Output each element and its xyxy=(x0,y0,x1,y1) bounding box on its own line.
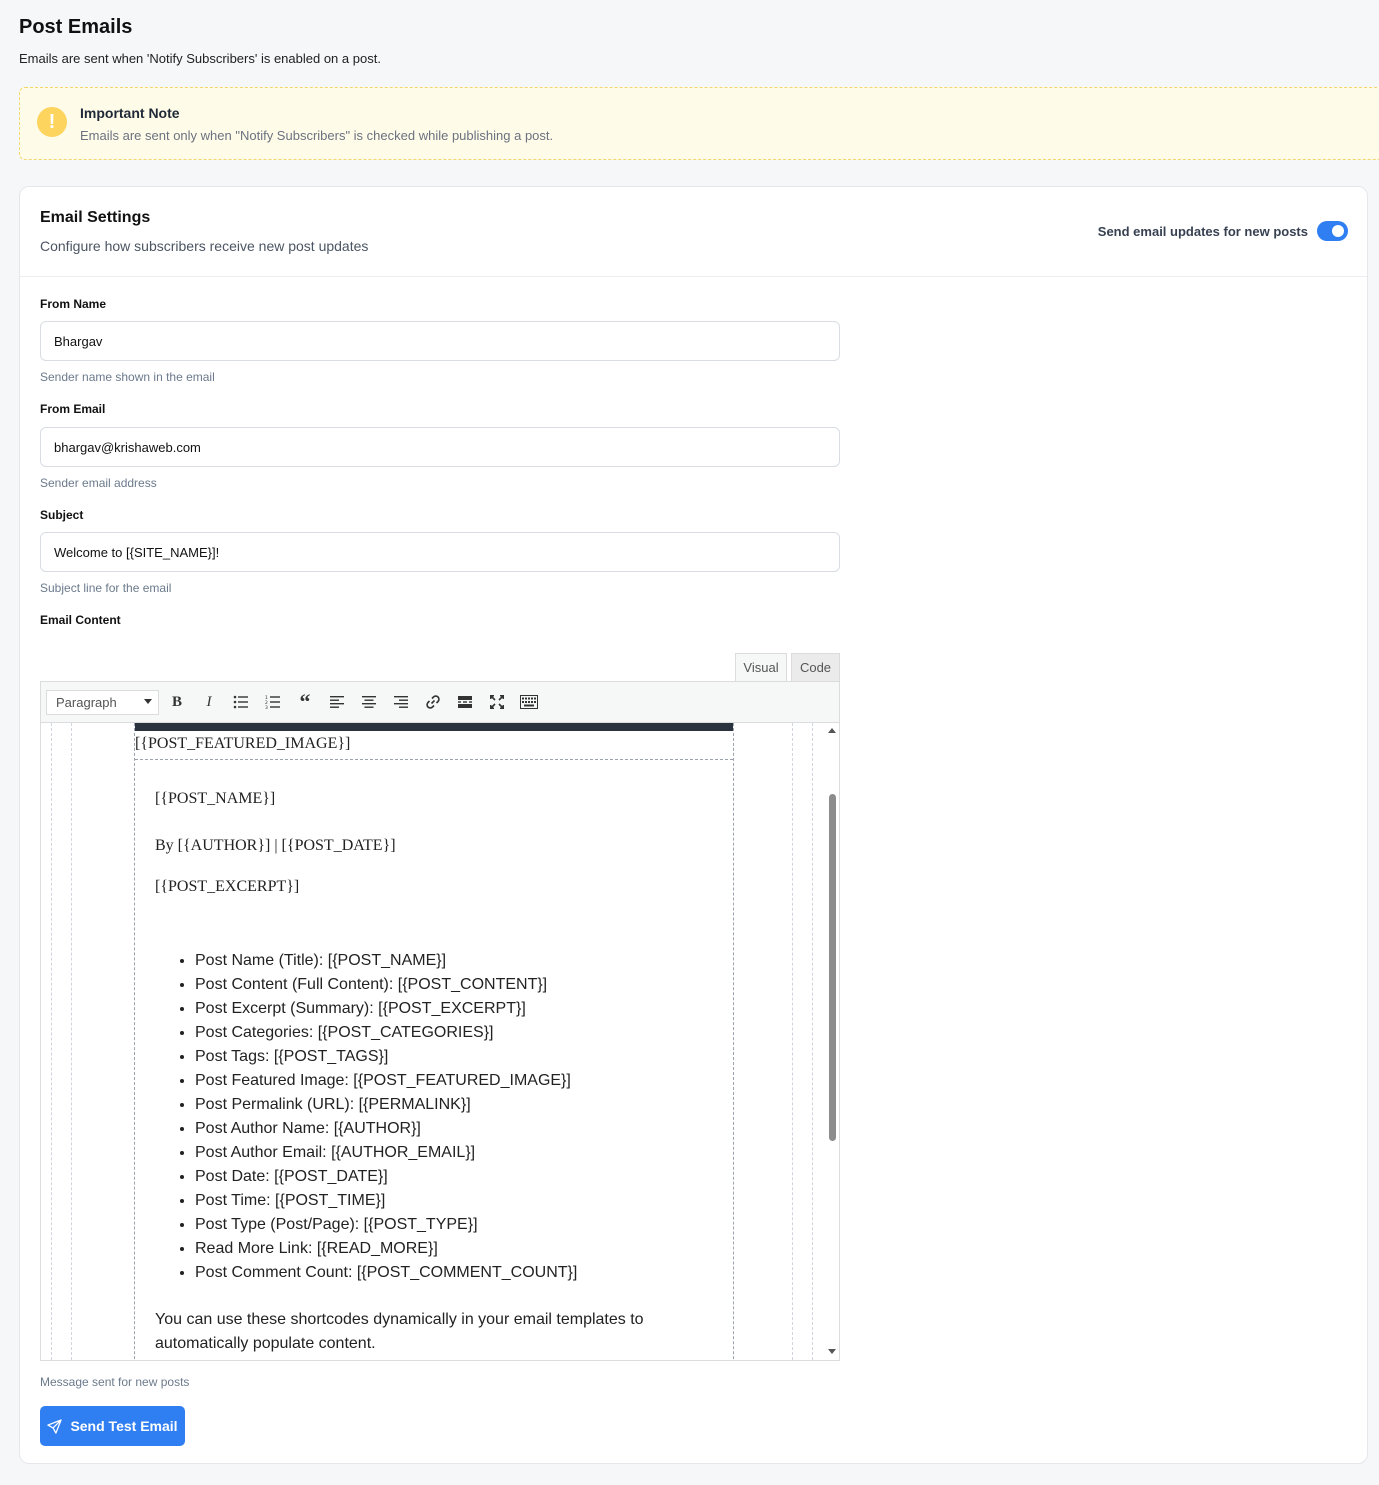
exclamation-icon: ! xyxy=(37,107,67,137)
align-left-icon[interactable] xyxy=(326,691,348,713)
send-updates-toggle[interactable] xyxy=(1317,221,1348,241)
featured-image-shortcode: [{POST_FEATURED_IMAGE}] xyxy=(135,735,733,760)
read-more-icon[interactable] xyxy=(454,691,476,713)
from-name-label: From Name xyxy=(40,297,107,311)
list-item: Post Type (Post/Page): [{POST_TYPE}] xyxy=(195,1213,577,1237)
editor-content-area[interactable]: [{POST_FEATURED_IMAGE}] [{POST_NAME}] By… xyxy=(41,723,827,1360)
shortcode-footer-text: You can use these shortcodes dynamically… xyxy=(155,1311,644,1352)
from-name-help: Sender name shown in the email xyxy=(40,370,215,384)
card-subtitle: Configure how subscribers receive new po… xyxy=(40,238,369,254)
subject-help: Subject line for the email xyxy=(40,581,172,595)
fullscreen-icon[interactable] xyxy=(486,691,508,713)
page-subtitle: Emails are sent when 'Notify Subscribers… xyxy=(19,51,381,66)
from-email-label: From Email xyxy=(40,402,106,416)
send-test-email-label: Send Test Email xyxy=(70,1418,178,1434)
subject-label: Subject xyxy=(40,508,84,522)
align-right-icon[interactable] xyxy=(390,691,412,713)
list-item: Post Categories: [{POST_CATEGORIES}] xyxy=(195,1021,577,1045)
note-title: Important Note xyxy=(80,105,180,121)
keyboard-icon[interactable] xyxy=(518,691,540,713)
email-template-box: [{POST_FEATURED_IMAGE}] [{POST_NAME}] By… xyxy=(134,723,734,1360)
shortcode-list: Post Name (Title): [{POST_NAME}] Post Co… xyxy=(175,949,577,1285)
editor-toolbar: Paragraph B I 123 “ xyxy=(41,682,839,723)
tab-code[interactable]: Code xyxy=(791,653,840,681)
format-select[interactable]: Paragraph xyxy=(46,690,159,715)
list-item: Post Name (Title): [{POST_NAME}] xyxy=(195,949,577,973)
toggle-label: Send email updates for new posts xyxy=(1097,224,1308,239)
important-note: ! Important Note Emails are sent only wh… xyxy=(19,87,1379,160)
list-item: Post Time: [{POST_TIME}] xyxy=(195,1189,577,1213)
from-email-input[interactable] xyxy=(40,427,840,467)
list-item: Post Author Email: [{AUTHOR_EMAIL}] xyxy=(195,1141,577,1165)
card-title: Email Settings xyxy=(40,209,151,226)
blockquote-icon[interactable]: “ xyxy=(294,689,316,714)
send-test-email-button[interactable]: Send Test Email xyxy=(40,1406,185,1446)
list-item: Post Permalink (URL): [{PERMALINK}] xyxy=(195,1093,577,1117)
list-item: Post Content (Full Content): [{POST_CONT… xyxy=(195,973,577,997)
list-item: Post Excerpt (Summary): [{POST_EXCERPT}] xyxy=(195,997,577,1021)
email-content-editor: Paragraph B I 123 “ [{POST_FEATURED_IMAG… xyxy=(40,681,840,1361)
bold-icon[interactable]: B xyxy=(166,691,188,713)
tab-visual[interactable]: Visual xyxy=(735,653,787,681)
email-header-bar xyxy=(135,723,733,731)
subject-input[interactable] xyxy=(40,532,840,572)
format-select-value: Paragraph xyxy=(56,695,117,710)
from-email-help: Sender email address xyxy=(40,476,157,490)
from-name-input[interactable] xyxy=(40,321,840,361)
list-item: Read More Link: [{READ_MORE}] xyxy=(195,1237,577,1261)
numbered-list-icon[interactable]: 123 xyxy=(262,691,284,713)
note-text: Emails are sent only when "Notify Subscr… xyxy=(80,128,554,143)
page-title: Post Emails xyxy=(19,16,133,38)
bulleted-list-icon[interactable] xyxy=(230,691,252,713)
align-center-icon[interactable] xyxy=(358,691,380,713)
post-name-shortcode: [{POST_NAME}] xyxy=(155,790,276,807)
list-item: Post Date: [{POST_DATE}] xyxy=(195,1165,577,1189)
chevron-down-icon xyxy=(144,699,152,704)
scroll-down-icon[interactable] xyxy=(828,1349,836,1354)
list-item: Post Comment Count: [{POST_COMMENT_COUNT… xyxy=(195,1261,577,1285)
excerpt-shortcode: [{POST_EXCERPT}] xyxy=(155,878,300,895)
card-header: Email Settings Configure how subscribers… xyxy=(20,187,1367,277)
italic-icon[interactable]: I xyxy=(198,691,220,713)
link-icon[interactable] xyxy=(422,691,444,713)
email-content-help: Message sent for new posts xyxy=(40,1375,190,1389)
send-icon xyxy=(47,1418,63,1434)
email-content-label: Email Content xyxy=(40,613,121,627)
editor-scrollbar[interactable] xyxy=(826,723,839,1360)
scroll-thumb[interactable] xyxy=(829,794,836,1141)
list-item: Post Featured Image: [{POST_FEATURED_IMA… xyxy=(195,1069,577,1093)
byline-shortcode: By [{AUTHOR}] | [{POST_DATE}] xyxy=(155,837,396,854)
list-item: Post Author Name: [{AUTHOR}] xyxy=(195,1117,577,1141)
scroll-up-icon[interactable] xyxy=(828,728,836,733)
list-item: Post Tags: [{POST_TAGS}] xyxy=(195,1045,577,1069)
email-settings-card: Email Settings Configure how subscribers… xyxy=(19,186,1368,1464)
svg-text:3: 3 xyxy=(265,705,268,709)
